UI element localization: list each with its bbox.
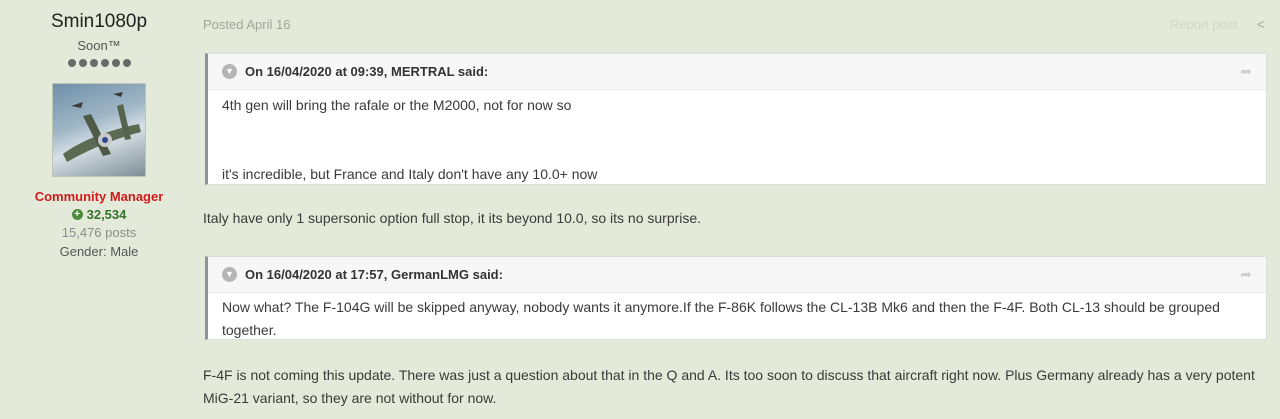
user-group: Community Manager — [34, 189, 164, 204]
reputation-value: 32,534 — [86, 207, 127, 222]
share-icon[interactable]: < — [1257, 16, 1265, 32]
rank-pip — [122, 59, 131, 67]
rank-pip — [89, 59, 98, 67]
rank-pip — [111, 59, 120, 67]
quote-body: 4th gen will bring the rafale or the M20… — [208, 94, 1266, 186]
chevron-down-icon[interactable]: ▼ — [222, 267, 237, 282]
jump-to-post-icon[interactable]: ➦ — [1240, 266, 1252, 283]
quote-citation[interactable]: On 16/04/2020 at 17:57, GermanLMG said: — [245, 267, 503, 282]
quote-line: it's incredible, but France and Italy do… — [222, 166, 598, 182]
reputation[interactable]: + 32,534 — [0, 207, 198, 222]
post-date[interactable]: Posted April 16 — [203, 17, 290, 32]
avatar[interactable] — [52, 83, 146, 177]
quote-citation[interactable]: On 16/04/2020 at 09:39, MERTRAL said: — [245, 64, 488, 79]
author-name[interactable]: Smin1080p — [0, 11, 198, 33]
quote-line: Now what? The F-104G will be skipped any… — [222, 299, 1220, 338]
rank-pip — [100, 59, 109, 67]
author-panel: Smin1080p Soon™ Community Manager + 32,5… — [0, 0, 198, 259]
rank-pip — [78, 59, 87, 67]
rank-pip — [67, 59, 76, 67]
plus-circle-icon: + — [71, 209, 83, 220]
reply-text: F-4F is not coming this update. There wa… — [203, 367, 1255, 406]
jump-to-post-icon[interactable]: ➦ — [1240, 63, 1252, 80]
quote-line: 4th gen will bring the rafale or the M20… — [222, 97, 572, 113]
quote-header: ▼ On 16/04/2020 at 09:39, MERTRAL said: … — [208, 54, 1266, 90]
post-count: 15,476 posts — [61, 225, 137, 240]
chevron-down-icon[interactable]: ▼ — [222, 64, 237, 79]
author-title: Soon™ — [77, 38, 121, 53]
aircraft-avatar-image — [63, 92, 141, 162]
quote-block: ▼ On 16/04/2020 at 09:39, MERTRAL said: … — [205, 53, 1267, 185]
quote-body: Now what? The F-104G will be skipped any… — [208, 293, 1266, 342]
report-post-link[interactable]: Report post — [1170, 17, 1237, 32]
reply-text: Italy have only 1 supersonic option full… — [203, 210, 702, 226]
rank-pips — [0, 59, 198, 71]
gender: Gender: Male — [59, 244, 139, 259]
quote-header: ▼ On 16/04/2020 at 17:57, GermanLMG said… — [208, 257, 1266, 293]
quote-block: ▼ On 16/04/2020 at 17:57, GermanLMG said… — [205, 256, 1267, 340]
